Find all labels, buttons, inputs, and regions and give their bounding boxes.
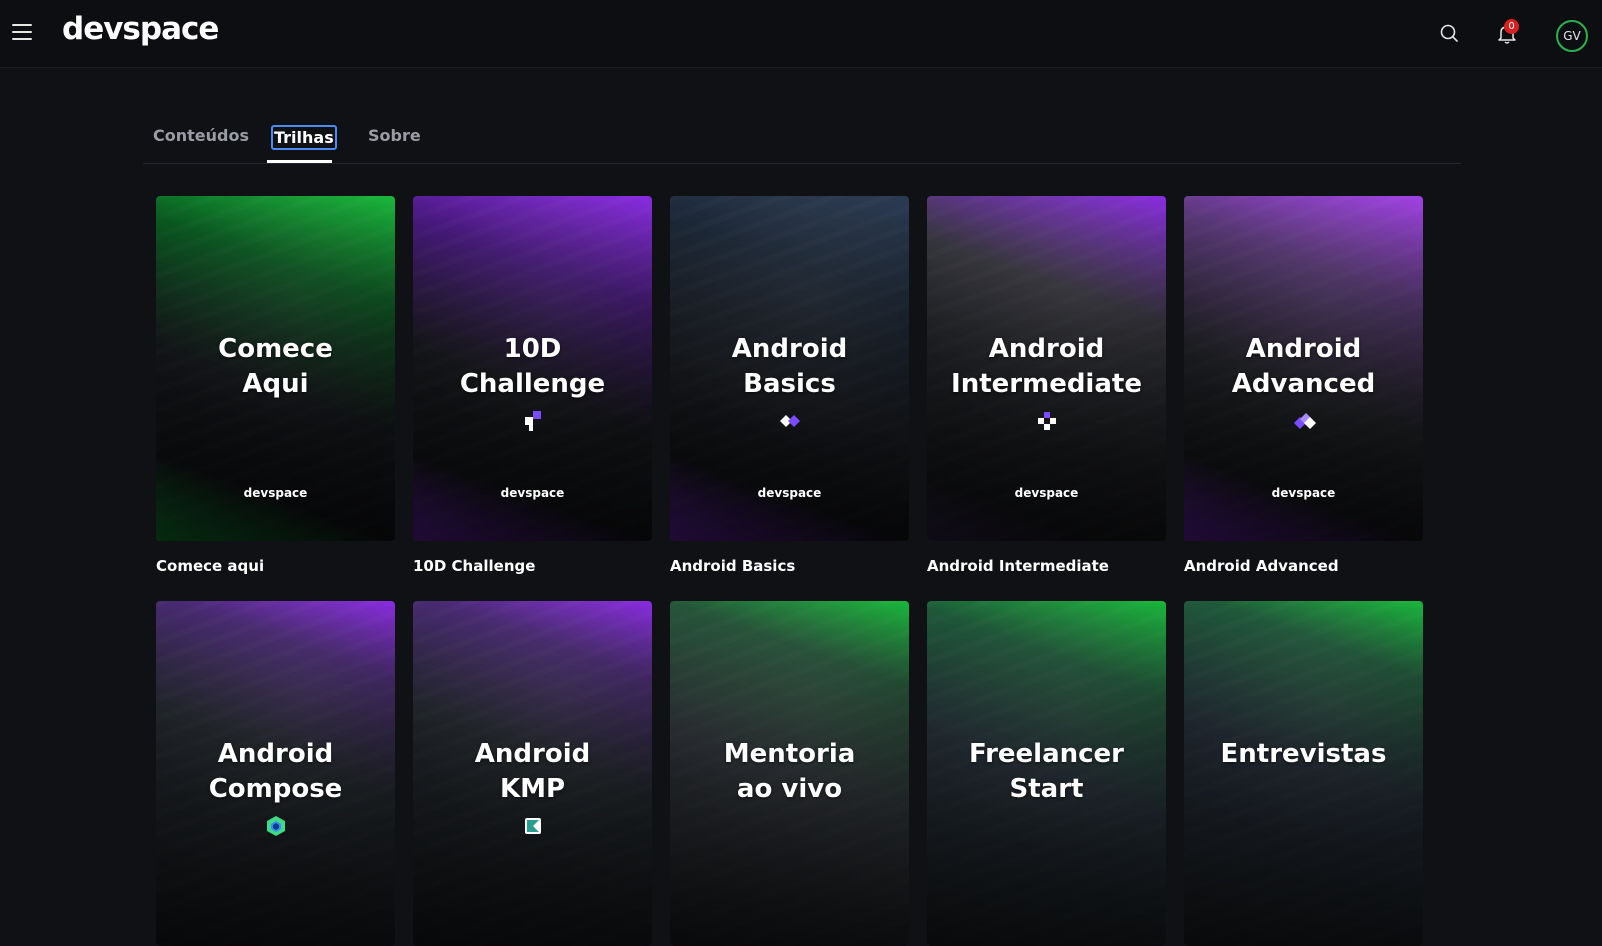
trail-card-10d-challenge[interactable]: 10D Challenge devspace 10D Challenge <box>413 196 652 575</box>
menu-icon[interactable] <box>12 24 32 40</box>
thumb-title-line: ao vivo <box>736 774 843 804</box>
trail-card-android-compose[interactable]: Android Compose <box>156 601 395 946</box>
cover-overlay <box>1184 601 1423 946</box>
thumb-title: Android Basics <box>670 332 909 402</box>
thumb-title-line: Advanced <box>1231 369 1376 399</box>
thumb-title: Freelancer Start <box>927 737 1166 807</box>
trail-thumbnail[interactable]: Android Basics devspace <box>670 196 909 541</box>
jetpack-compose-icon <box>267 816 285 836</box>
trail-card-android-intermediate[interactable]: Android Intermediate devspace Android Int… <box>927 196 1166 575</box>
10d-logo-icon <box>525 411 541 431</box>
trail-thumbnail[interactable]: 10D Challenge devspace <box>413 196 652 541</box>
thumb-title-line: Entrevistas <box>1220 739 1387 769</box>
android-advanced-logo-icon <box>1294 413 1316 429</box>
notification-badge: 0 <box>1504 19 1519 34</box>
thumb-title-line: Start <box>1009 774 1084 804</box>
trail-caption[interactable]: Android Advanced <box>1184 557 1423 575</box>
trail-thumbnail[interactable]: Comece Aqui devspace <box>156 196 395 541</box>
trail-thumbnail[interactable]: Mentoria ao vivo <box>670 601 909 946</box>
kotlin-icon <box>525 818 541 834</box>
trail-thumbnail[interactable]: Freelancer Start <box>927 601 1166 946</box>
trail-caption[interactable]: Android Basics <box>670 557 909 575</box>
thumb-title-line: KMP <box>499 774 566 804</box>
thumb-title-line: Freelancer <box>968 739 1125 769</box>
thumb-title-line: Android <box>731 334 848 364</box>
thumb-title: Android Advanced <box>1184 332 1423 402</box>
thumb-title-line: Android <box>988 334 1105 364</box>
thumb-title-line: Compose <box>208 774 343 804</box>
trail-thumbnail[interactable]: Entrevistas <box>1184 601 1423 946</box>
trail-card-android-basics[interactable]: Android Basics devspace Android Basics <box>670 196 909 575</box>
brand-label: devspace <box>1271 486 1336 500</box>
tab-sobre[interactable]: Sobre <box>368 126 421 145</box>
thumb-title-line: Basics <box>743 369 836 399</box>
brand-label: devspace <box>243 486 308 500</box>
trail-card-freelancer-start[interactable]: Freelancer Start <box>927 601 1166 946</box>
trail-thumbnail[interactable]: Android Advanced devspace <box>1184 196 1423 541</box>
thumb-title-line: Android <box>474 739 591 769</box>
thumb-title: Android Intermediate <box>927 332 1166 402</box>
trail-card-comece-aqui[interactable]: Comece Aqui devspace Comece aqui <box>156 196 395 575</box>
thumb-title: Android KMP <box>413 737 652 807</box>
section-tabs: Conteúdos Trilhas Sobre <box>143 120 1461 164</box>
brand-label: devspace <box>1014 486 1079 500</box>
top-header: devspace 0 GV <box>0 0 1602 68</box>
trail-card-android-kmp[interactable]: Android KMP <box>413 601 652 946</box>
thumb-title-line: Intermediate <box>951 369 1142 399</box>
android-basics-logo-icon <box>780 415 800 427</box>
devspace-logo[interactable]: devspace <box>62 11 219 47</box>
tab-conteudos[interactable]: Conteúdos <box>153 126 249 145</box>
thumb-title: Android Compose <box>156 737 395 807</box>
trail-card-android-advanced[interactable]: Android Advanced devspace Android Advance… <box>1184 196 1423 575</box>
thumb-title-line: Android <box>217 739 334 769</box>
trail-card-entrevistas[interactable]: Entrevistas <box>1184 601 1423 946</box>
thumb-title-line: Challenge <box>459 369 606 399</box>
thumb-title-line: Mentoria <box>723 739 856 769</box>
brand-label: devspace <box>757 486 822 500</box>
user-avatar[interactable]: GV <box>1556 20 1588 52</box>
trail-caption[interactable]: Comece aqui <box>156 557 395 575</box>
thumb-title-line: Aqui <box>242 369 309 399</box>
thumb-title-line: Android <box>1245 334 1362 364</box>
trail-thumbnail[interactable]: Android Compose <box>156 601 395 946</box>
thumb-title: 10D Challenge <box>413 332 652 402</box>
trail-thumbnail[interactable]: Android Intermediate devspace <box>927 196 1166 541</box>
active-tab-indicator <box>267 160 332 163</box>
thumb-title-line: 10D <box>503 334 562 364</box>
search-icon[interactable] <box>1436 20 1464 48</box>
thumb-title: Entrevistas <box>1184 737 1423 772</box>
thumb-title: Mentoria ao vivo <box>670 737 909 807</box>
trail-caption[interactable]: 10D Challenge <box>413 557 652 575</box>
trail-caption[interactable]: Android Intermediate <box>927 557 1166 575</box>
thumb-title-line: Comece <box>218 334 333 364</box>
thumb-title: Comece Aqui <box>156 332 395 402</box>
android-intermediate-logo-icon <box>1038 412 1056 430</box>
tab-trilhas[interactable]: Trilhas <box>271 125 337 150</box>
trail-card-mentoria-ao-vivo[interactable]: Mentoria ao vivo <box>670 601 909 946</box>
trail-thumbnail[interactable]: Android KMP <box>413 601 652 946</box>
brand-label: devspace <box>500 486 565 500</box>
